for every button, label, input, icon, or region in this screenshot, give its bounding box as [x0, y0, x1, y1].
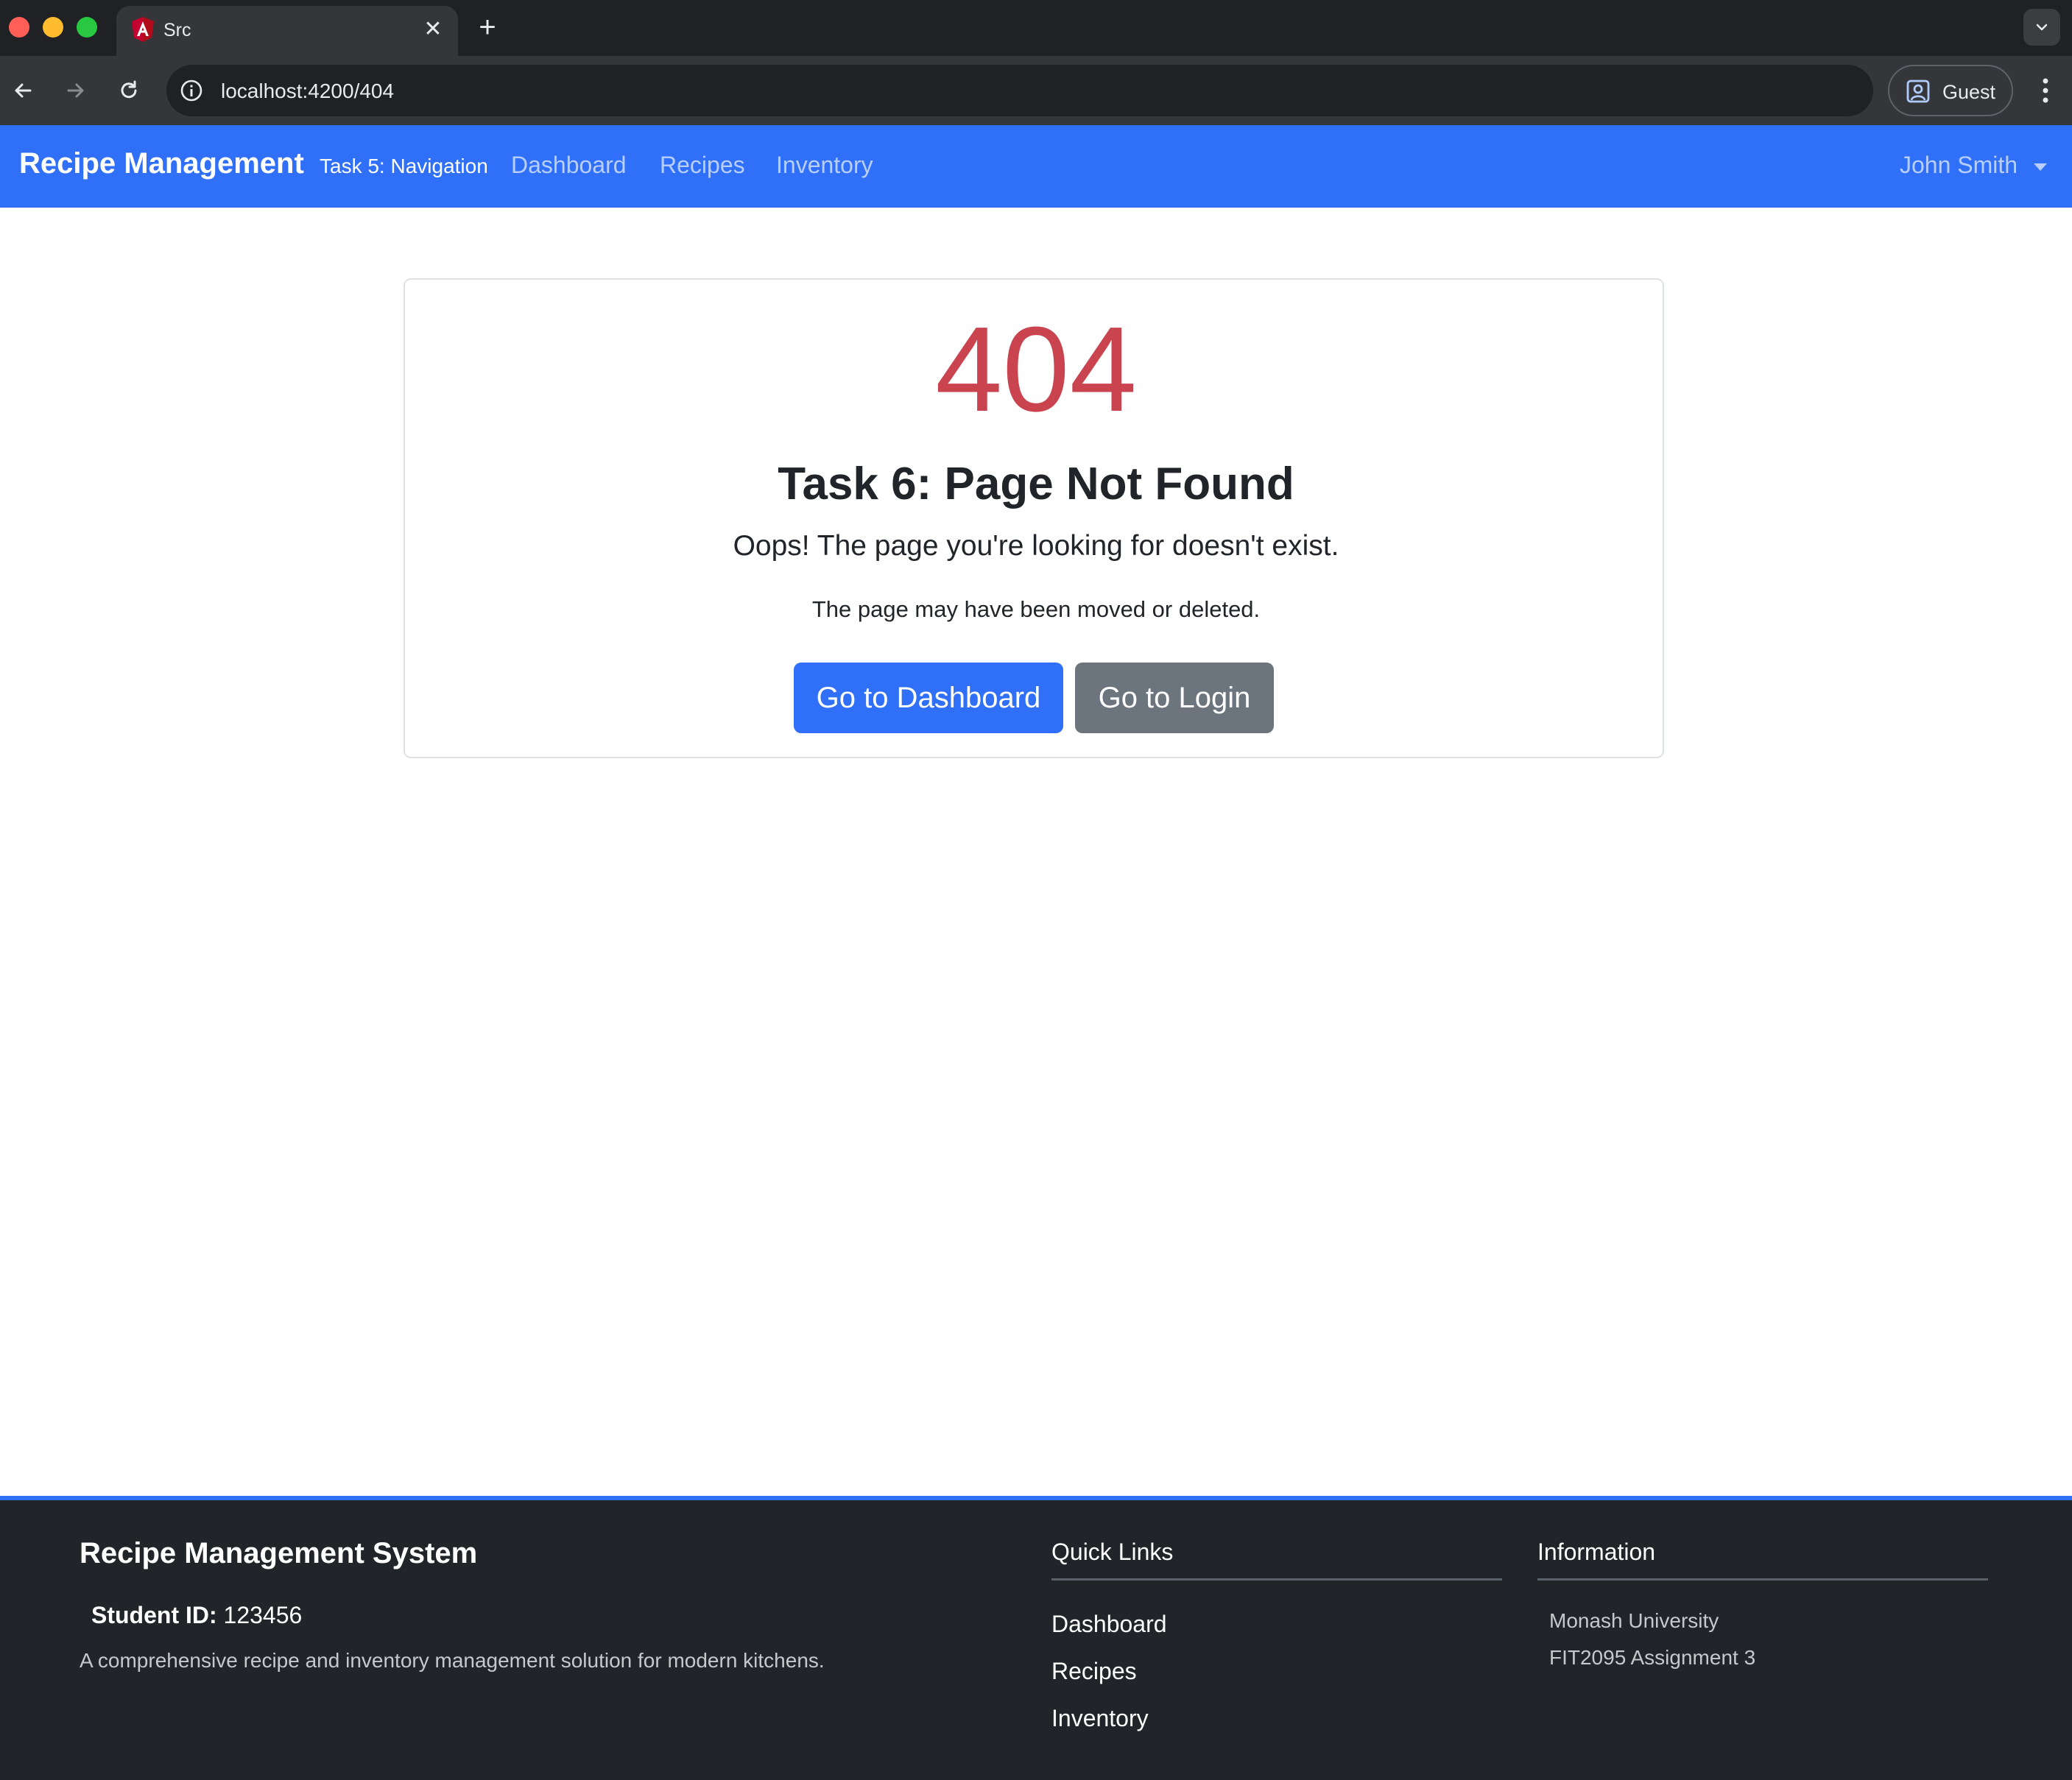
info-assignment: FIT2095 Assignment 3	[1549, 1646, 1756, 1669]
forward-button[interactable]	[57, 72, 94, 109]
student-id-value: 123456	[223, 1602, 303, 1628]
user-dropdown[interactable]: John Smith	[1900, 152, 2018, 179]
site-footer: Recipe Management System Student ID: 123…	[0, 1496, 2072, 1780]
nav-link-recipes[interactable]: Recipes	[660, 152, 745, 179]
footer-link-recipes[interactable]: Recipes	[1051, 1658, 1137, 1685]
go-to-login-button[interactable]: Go to Login	[1075, 663, 1274, 733]
information-divider	[1537, 1578, 1988, 1581]
profile-button[interactable]: Guest	[1888, 65, 2013, 116]
browser-toolbar: localhost:4200/404 Guest	[0, 56, 2072, 125]
info-university: Monash University	[1549, 1609, 1719, 1632]
navbar-task-label: Task 5: Navigation	[320, 155, 488, 177]
information-heading: Information	[1537, 1539, 1656, 1565]
minimize-window-button[interactable]	[43, 17, 63, 38]
reload-icon	[121, 80, 137, 99]
error-title: Task 6: Page Not Found	[778, 459, 1294, 509]
quick-links-divider	[1051, 1578, 1502, 1581]
maximize-window-button[interactable]	[77, 17, 97, 38]
info-icon[interactable]	[178, 77, 205, 104]
caret-down-icon[interactable]	[2034, 163, 2047, 171]
tab-title: Src	[163, 20, 191, 40]
back-button[interactable]	[4, 72, 41, 109]
close-icon[interactable]: ✕	[418, 15, 448, 44]
new-tab-icon[interactable]: +	[471, 12, 504, 44]
close-window-button[interactable]	[9, 17, 29, 38]
nav-link-inventory[interactable]: Inventory	[776, 152, 873, 179]
arrow-right-icon	[67, 83, 84, 98]
reload-button[interactable]	[110, 72, 147, 109]
person-icon	[1906, 80, 1930, 103]
arrow-left-icon	[15, 83, 32, 98]
footer-description: A comprehensive recipe and inventory man…	[80, 1649, 825, 1672]
url-text: localhost:4200/404	[221, 80, 395, 102]
footer-title: Recipe Management System	[80, 1537, 478, 1569]
quick-links-heading: Quick Links	[1051, 1539, 1174, 1565]
tab-search-button[interactable]	[2023, 9, 2060, 46]
chevron-down-icon	[2036, 24, 2048, 31]
browser-tab[interactable]: Src ✕	[116, 6, 458, 56]
student-id-label: Student ID:	[91, 1602, 217, 1628]
footer-link-dashboard[interactable]: Dashboard	[1051, 1611, 1167, 1638]
app-navbar: Recipe Management Task 5: Navigation Das…	[0, 125, 2072, 208]
student-id: Student ID: 123456	[91, 1602, 302, 1629]
error-code: 404	[935, 302, 1137, 437]
go-to-dashboard-button[interactable]: Go to Dashboard	[794, 663, 1063, 733]
profile-label: Guest	[1942, 81, 1996, 103]
error-subtext: The page may have been moved or deleted.	[811, 596, 1261, 622]
nav-link-dashboard[interactable]: Dashboard	[511, 152, 627, 179]
angular-icon	[132, 17, 154, 42]
error-lead: Oops! The page you're looking for doesn'…	[733, 530, 1339, 562]
address-bar[interactable]: localhost:4200/404	[166, 65, 1873, 116]
footer-link-inventory[interactable]: Inventory	[1051, 1705, 1149, 1732]
more-menu-icon[interactable]	[2031, 72, 2060, 109]
browser-tab-bar: Src ✕ +	[0, 0, 2072, 56]
navbar-brand[interactable]: Recipe Management	[19, 147, 304, 180]
